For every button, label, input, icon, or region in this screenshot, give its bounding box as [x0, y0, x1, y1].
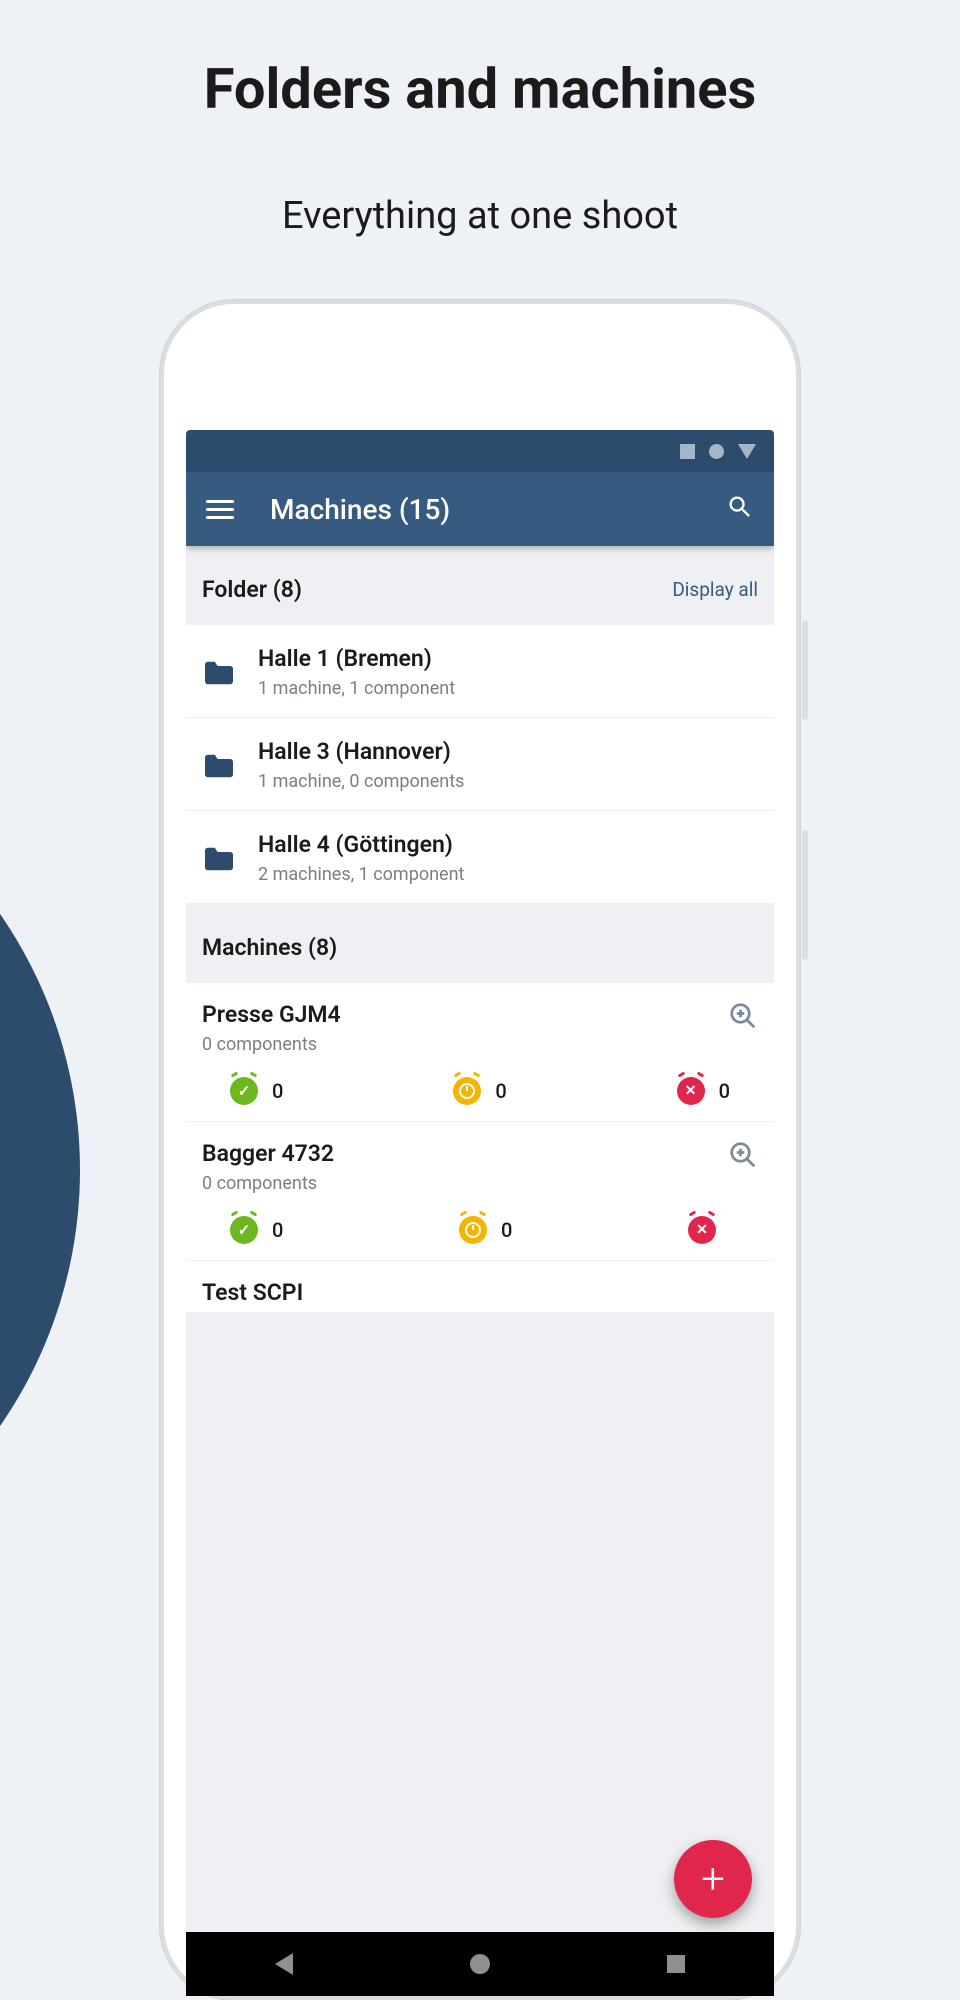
- phone-side-button: [802, 830, 808, 960]
- folder-icon: [202, 845, 236, 873]
- android-nav-bar: [186, 1932, 774, 1996]
- zoom-plus-icon[interactable]: [728, 1001, 758, 1035]
- alarm-warn-count: 0: [495, 1079, 506, 1103]
- folder-meta: 1 machine, 0 components: [258, 771, 464, 792]
- machines-header-label: Machines (8): [202, 934, 337, 961]
- search-icon[interactable]: [726, 493, 754, 525]
- alarm-err-count: 0: [719, 1079, 730, 1103]
- folder-icon: [202, 659, 236, 687]
- page-subtitle: Everything at one shoot: [0, 194, 960, 238]
- nav-recent-icon[interactable]: [667, 1955, 685, 1973]
- folder-icon: [202, 752, 236, 780]
- app-bar: Machines (15): [186, 472, 774, 546]
- phone-mockup: Machines (15) Folder (8) Display all Hal…: [160, 300, 800, 2000]
- alarm-ok-count: 0: [272, 1218, 283, 1242]
- add-fab-button[interactable]: +: [674, 1840, 752, 1918]
- folder-meta: 2 machines, 1 component: [258, 864, 464, 885]
- android-status-bar: [186, 430, 774, 472]
- machine-meta: 0 components: [202, 1034, 341, 1055]
- machine-name: Bagger 4732: [202, 1140, 334, 1167]
- menu-icon[interactable]: [206, 500, 234, 519]
- status-icon: [709, 444, 724, 459]
- phone-side-button: [802, 620, 808, 720]
- folders-header-label: Folder (8): [202, 576, 302, 603]
- folder-item[interactable]: Halle 1 (Bremen) 1 machine, 1 component: [186, 625, 774, 718]
- machine-name: Presse GJM4: [202, 1001, 341, 1028]
- nav-back-icon[interactable]: [275, 1953, 293, 1975]
- machine-meta: 0 components: [202, 1173, 334, 1194]
- alarm-warn-icon: [459, 1216, 487, 1244]
- machine-item[interactable]: Presse GJM4 0 components 0 0 0: [186, 983, 774, 1122]
- alarm-err-icon: [688, 1216, 716, 1244]
- alarm-ok-icon: [230, 1216, 258, 1244]
- machines-section-header: Machines (8): [186, 904, 774, 983]
- page-title: Folders and machines: [0, 0, 960, 122]
- folder-item[interactable]: Halle 3 (Hannover) 1 machine, 0 componen…: [186, 718, 774, 811]
- folder-name: Halle 3 (Hannover): [258, 738, 464, 765]
- machine-name: Test SCPI: [202, 1279, 303, 1306]
- machine-item[interactable]: Bagger 4732 0 components 0 0: [186, 1122, 774, 1261]
- folders-section-header: Folder (8) Display all: [186, 546, 774, 625]
- alarm-warn-icon: [453, 1077, 481, 1105]
- zoom-plus-icon[interactable]: [728, 1140, 758, 1174]
- alarm-ok-count: 0: [272, 1079, 283, 1103]
- background-shape: [0, 720, 80, 1620]
- appbar-title: Machines (15): [270, 493, 726, 526]
- app-screen: Machines (15) Folder (8) Display all Hal…: [186, 430, 774, 1996]
- alarm-ok-icon: [230, 1077, 258, 1105]
- status-icon: [680, 444, 695, 459]
- folder-name: Halle 4 (Göttingen): [258, 831, 464, 858]
- nav-home-icon[interactable]: [470, 1954, 490, 1974]
- folder-meta: 1 machine, 1 component: [258, 678, 455, 699]
- alarm-warn-count: 0: [501, 1218, 512, 1242]
- folder-item[interactable]: Halle 4 (Göttingen) 2 machines, 1 compon…: [186, 811, 774, 904]
- machine-item[interactable]: Test SCPI: [186, 1261, 774, 1313]
- status-icon: [738, 444, 756, 459]
- folder-name: Halle 1 (Bremen): [258, 645, 455, 672]
- alarm-err-icon: [677, 1077, 705, 1105]
- display-all-link[interactable]: Display all: [672, 578, 758, 601]
